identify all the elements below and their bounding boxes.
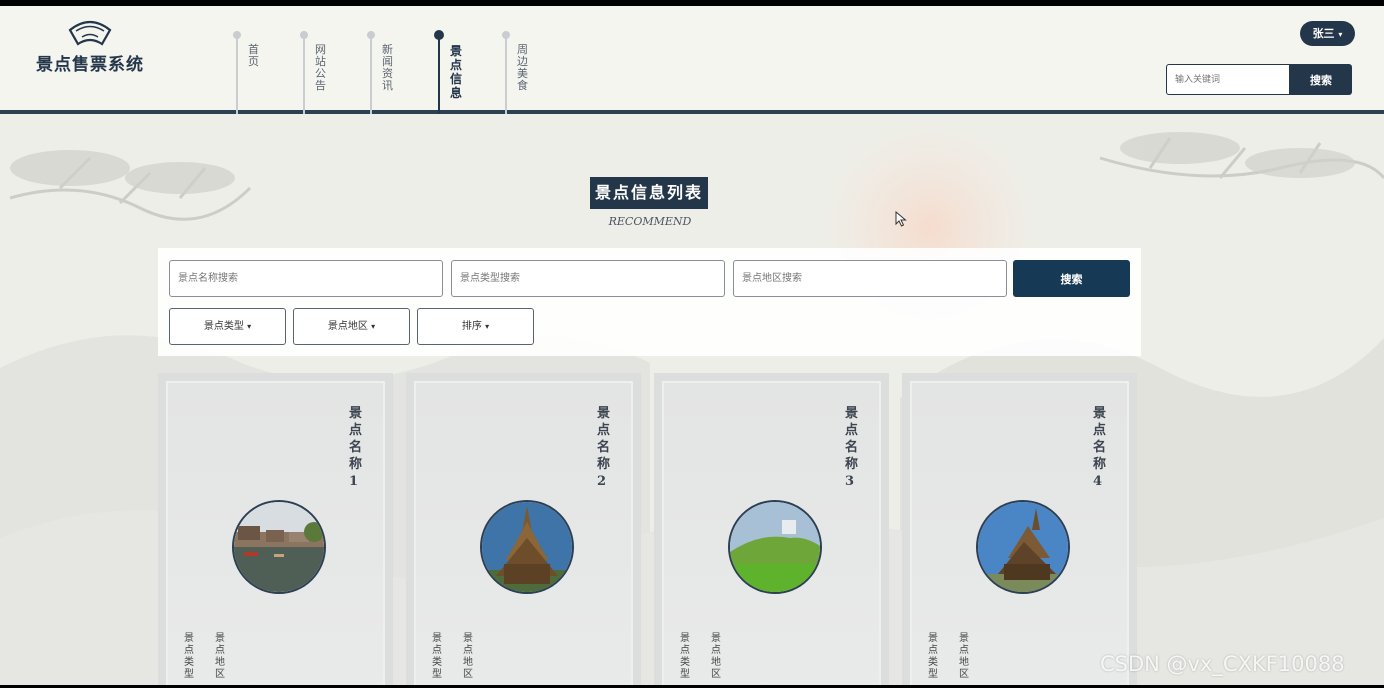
attraction-image (480, 500, 574, 594)
top-header: 景点售票系统 首页 网站公告 新闻资讯 景点信息 周边美食 张三 ▾ 输入关键词… (0, 6, 1384, 114)
sort-dropdown[interactable]: 排序 ▾ (417, 308, 534, 345)
fan-logo-icon (68, 20, 112, 46)
page-title: 景点信息列表 (590, 177, 708, 209)
attraction-type-field: 景点类型 (928, 633, 938, 680)
mouse-cursor-icon (895, 211, 907, 227)
attraction-card[interactable]: 景点名称4 景点类型 景点地区 (902, 373, 1137, 685)
attraction-name-search-input[interactable] (169, 260, 443, 297)
user-menu-button[interactable]: 张三 ▾ (1300, 21, 1355, 46)
attraction-type-field: 景点类型 (432, 633, 442, 680)
dropdown-label: 景点类型 (203, 321, 244, 332)
header-search-input[interactable] (1166, 64, 1290, 95)
attraction-image (232, 500, 326, 594)
watermark-text: CSDN @vx_CXKF10088 (1100, 652, 1345, 676)
attraction-name: 景点名称3 (845, 406, 859, 489)
site-logo[interactable]: 景点售票系统 (32, 20, 148, 75)
attraction-area-field: 景点地区 (463, 633, 473, 680)
area-dropdown[interactable]: 景点地区 ▾ (293, 308, 410, 345)
header-search-button[interactable]: 搜索 (1290, 64, 1352, 95)
attraction-type-search-input[interactable] (451, 260, 725, 297)
app-window: 景点售票系统 首页 网站公告 新闻资讯 景点信息 周边美食 张三 ▾ 输入关键词… (0, 6, 1384, 685)
attraction-name: 景点名称1 (349, 406, 363, 489)
attraction-card[interactable]: 景点名称3 景点类型 景点地区 (654, 373, 889, 685)
type-dropdown[interactable]: 景点类型 ▾ (169, 308, 286, 345)
caret-down-icon: ▾ (485, 322, 490, 331)
caret-down-icon: ▾ (371, 322, 376, 331)
attraction-card[interactable]: 景点名称1 景点类型 景点地区 (158, 373, 393, 685)
nav-item-food[interactable]: 周边美食 (497, 28, 557, 114)
filter-search-button[interactable]: 搜索 (1013, 260, 1130, 297)
attraction-name: 景点名称2 (597, 406, 611, 489)
attraction-type-field: 景点类型 (680, 633, 690, 680)
caret-down-icon: ▾ (1338, 29, 1343, 39)
dropdown-label: 景点地区 (327, 321, 368, 332)
nav-item-home[interactable]: 首页 (228, 28, 288, 114)
nav-label: 景点信息 (450, 44, 463, 100)
attraction-image (728, 500, 822, 594)
page-subtitle: RECOMMEND (608, 215, 692, 228)
user-name: 张三 (1312, 27, 1335, 40)
dropdown-label: 排序 (461, 321, 482, 332)
attraction-name: 景点名称4 (1093, 406, 1107, 489)
attraction-area-field: 景点地区 (215, 633, 225, 680)
attraction-image (976, 500, 1070, 594)
caret-down-icon: ▾ (247, 322, 252, 331)
nav-label: 周边美食 (517, 43, 528, 92)
nav-item-announcements[interactable]: 网站公告 (295, 28, 355, 114)
attraction-card[interactable]: 景点名称2 景点类型 景点地区 (406, 373, 641, 685)
nav-label: 网站公告 (315, 43, 326, 92)
nav-label: 新闻资讯 (382, 43, 393, 92)
attraction-type-field: 景点类型 (184, 633, 194, 680)
nav-label: 首页 (248, 43, 259, 68)
filter-panel: 搜索 景点类型 ▾ 景点地区 ▾ 排序 ▾ (158, 248, 1141, 356)
site-title: 景点售票系统 (36, 55, 144, 75)
attraction-area-field: 景点地区 (711, 633, 721, 680)
attraction-area-search-input[interactable] (733, 260, 1007, 297)
attraction-area-field: 景点地区 (959, 633, 969, 680)
nav-item-news[interactable]: 新闻资讯 (362, 28, 422, 114)
header-search: 搜索 (1166, 64, 1352, 95)
nav-item-attractions[interactable]: 景点信息 (430, 28, 490, 114)
